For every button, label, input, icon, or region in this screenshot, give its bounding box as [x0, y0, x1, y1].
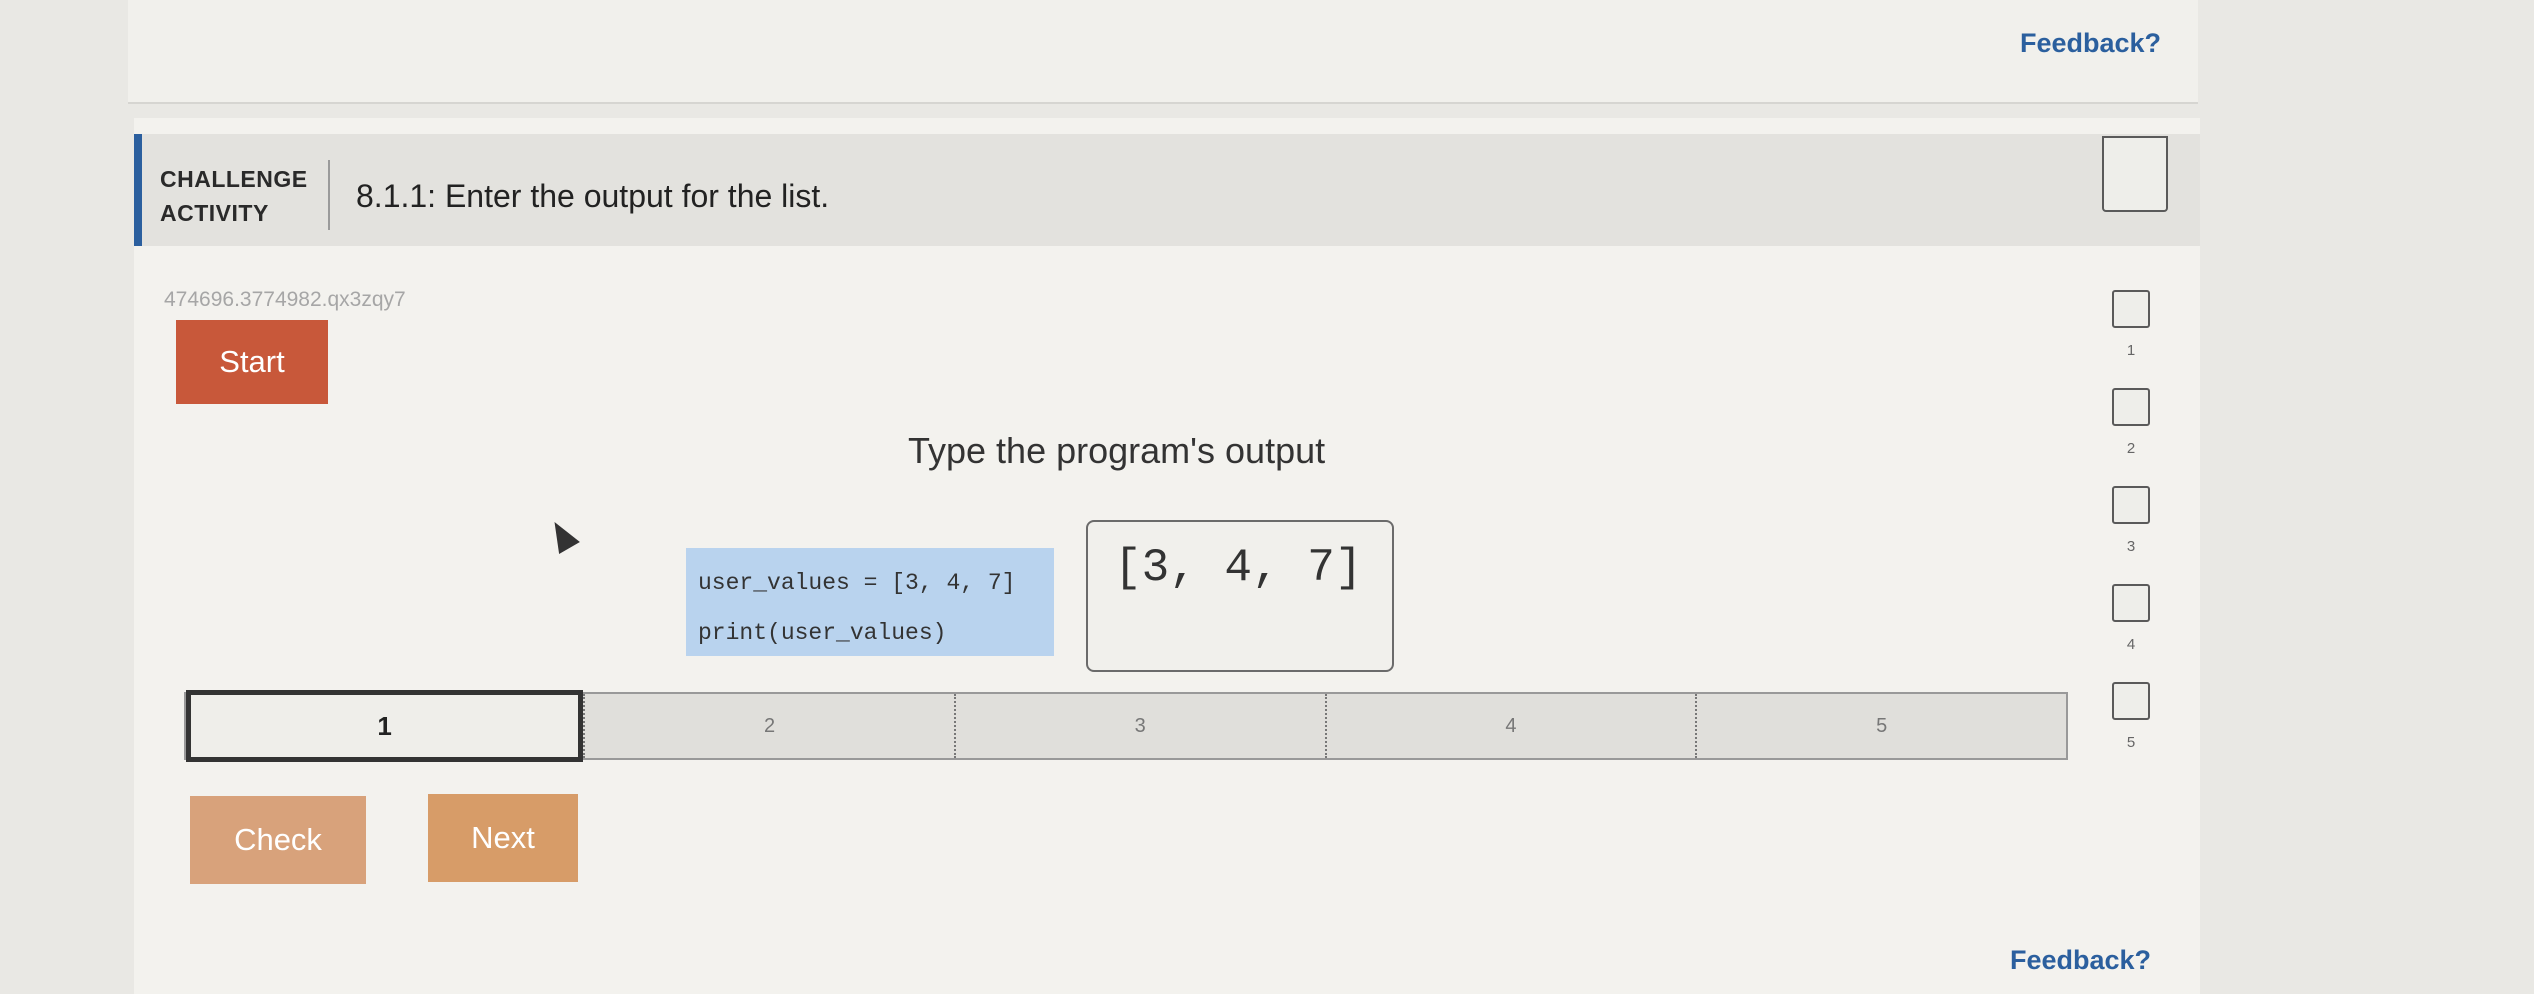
- code-line-2: print(user_values): [698, 620, 947, 646]
- instructions-prompt: Type the program's output: [908, 430, 1326, 471]
- level-box-2: [2112, 388, 2150, 426]
- level-box-3: [2112, 486, 2150, 524]
- activity-id: 474696.3774982.qx3zqy7: [164, 288, 406, 311]
- check-button[interactable]: Check: [190, 796, 366, 884]
- progress-step-2[interactable]: 2: [583, 694, 954, 758]
- progress-step-5[interactable]: 5: [1695, 694, 2066, 758]
- progress-step-4[interactable]: 4: [1324, 694, 1696, 758]
- level-box-1: [2112, 290, 2150, 328]
- level-indicator-2[interactable]: 2: [2110, 388, 2152, 457]
- feedback-link-top[interactable]: Feedback?: [2020, 28, 2161, 59]
- feedback-link-bottom[interactable]: Feedback?: [2010, 945, 2151, 976]
- progress-steps: 1 2 3 4 5: [184, 690, 2068, 762]
- next-button[interactable]: Next: [428, 794, 578, 882]
- answer-input[interactable]: [3, 4, 7]: [1086, 520, 1394, 672]
- start-button[interactable]: Start: [176, 320, 328, 404]
- level-box-5: [2112, 682, 2150, 720]
- challenge-activity-label: CHALLENGE ACTIVITY: [160, 162, 308, 230]
- header-divider: [328, 160, 330, 230]
- level-indicator-3[interactable]: 3: [2110, 486, 2152, 555]
- challenge-label-line2: ACTIVITY: [160, 200, 269, 226]
- completion-box: [2102, 136, 2168, 212]
- challenge-title: 8.1.1: Enter the output for the list.: [356, 178, 830, 214]
- code-block: user_values = [3, 4, 7] print(user_value…: [686, 548, 1054, 656]
- top-card: [128, 0, 2198, 104]
- progress-step-3[interactable]: 3: [953, 694, 1325, 758]
- level-box-4: [2112, 584, 2150, 622]
- level-number-2: 2: [2126, 440, 2136, 457]
- level-number-3: 3: [2126, 538, 2136, 555]
- level-indicator-4[interactable]: 4: [2110, 584, 2152, 653]
- level-number-1: 1: [2126, 342, 2136, 359]
- level-number-5: 5: [2126, 734, 2136, 751]
- level-number-4: 4: [2126, 636, 2136, 653]
- level-indicator-5[interactable]: 5: [2110, 682, 2152, 751]
- challenge-label-line1: CHALLENGE: [160, 166, 308, 192]
- level-indicator-1[interactable]: 1: [2110, 290, 2152, 359]
- progress-step-1[interactable]: 1: [186, 690, 584, 762]
- code-line-1: user_values = [3, 4, 7]: [698, 570, 1016, 596]
